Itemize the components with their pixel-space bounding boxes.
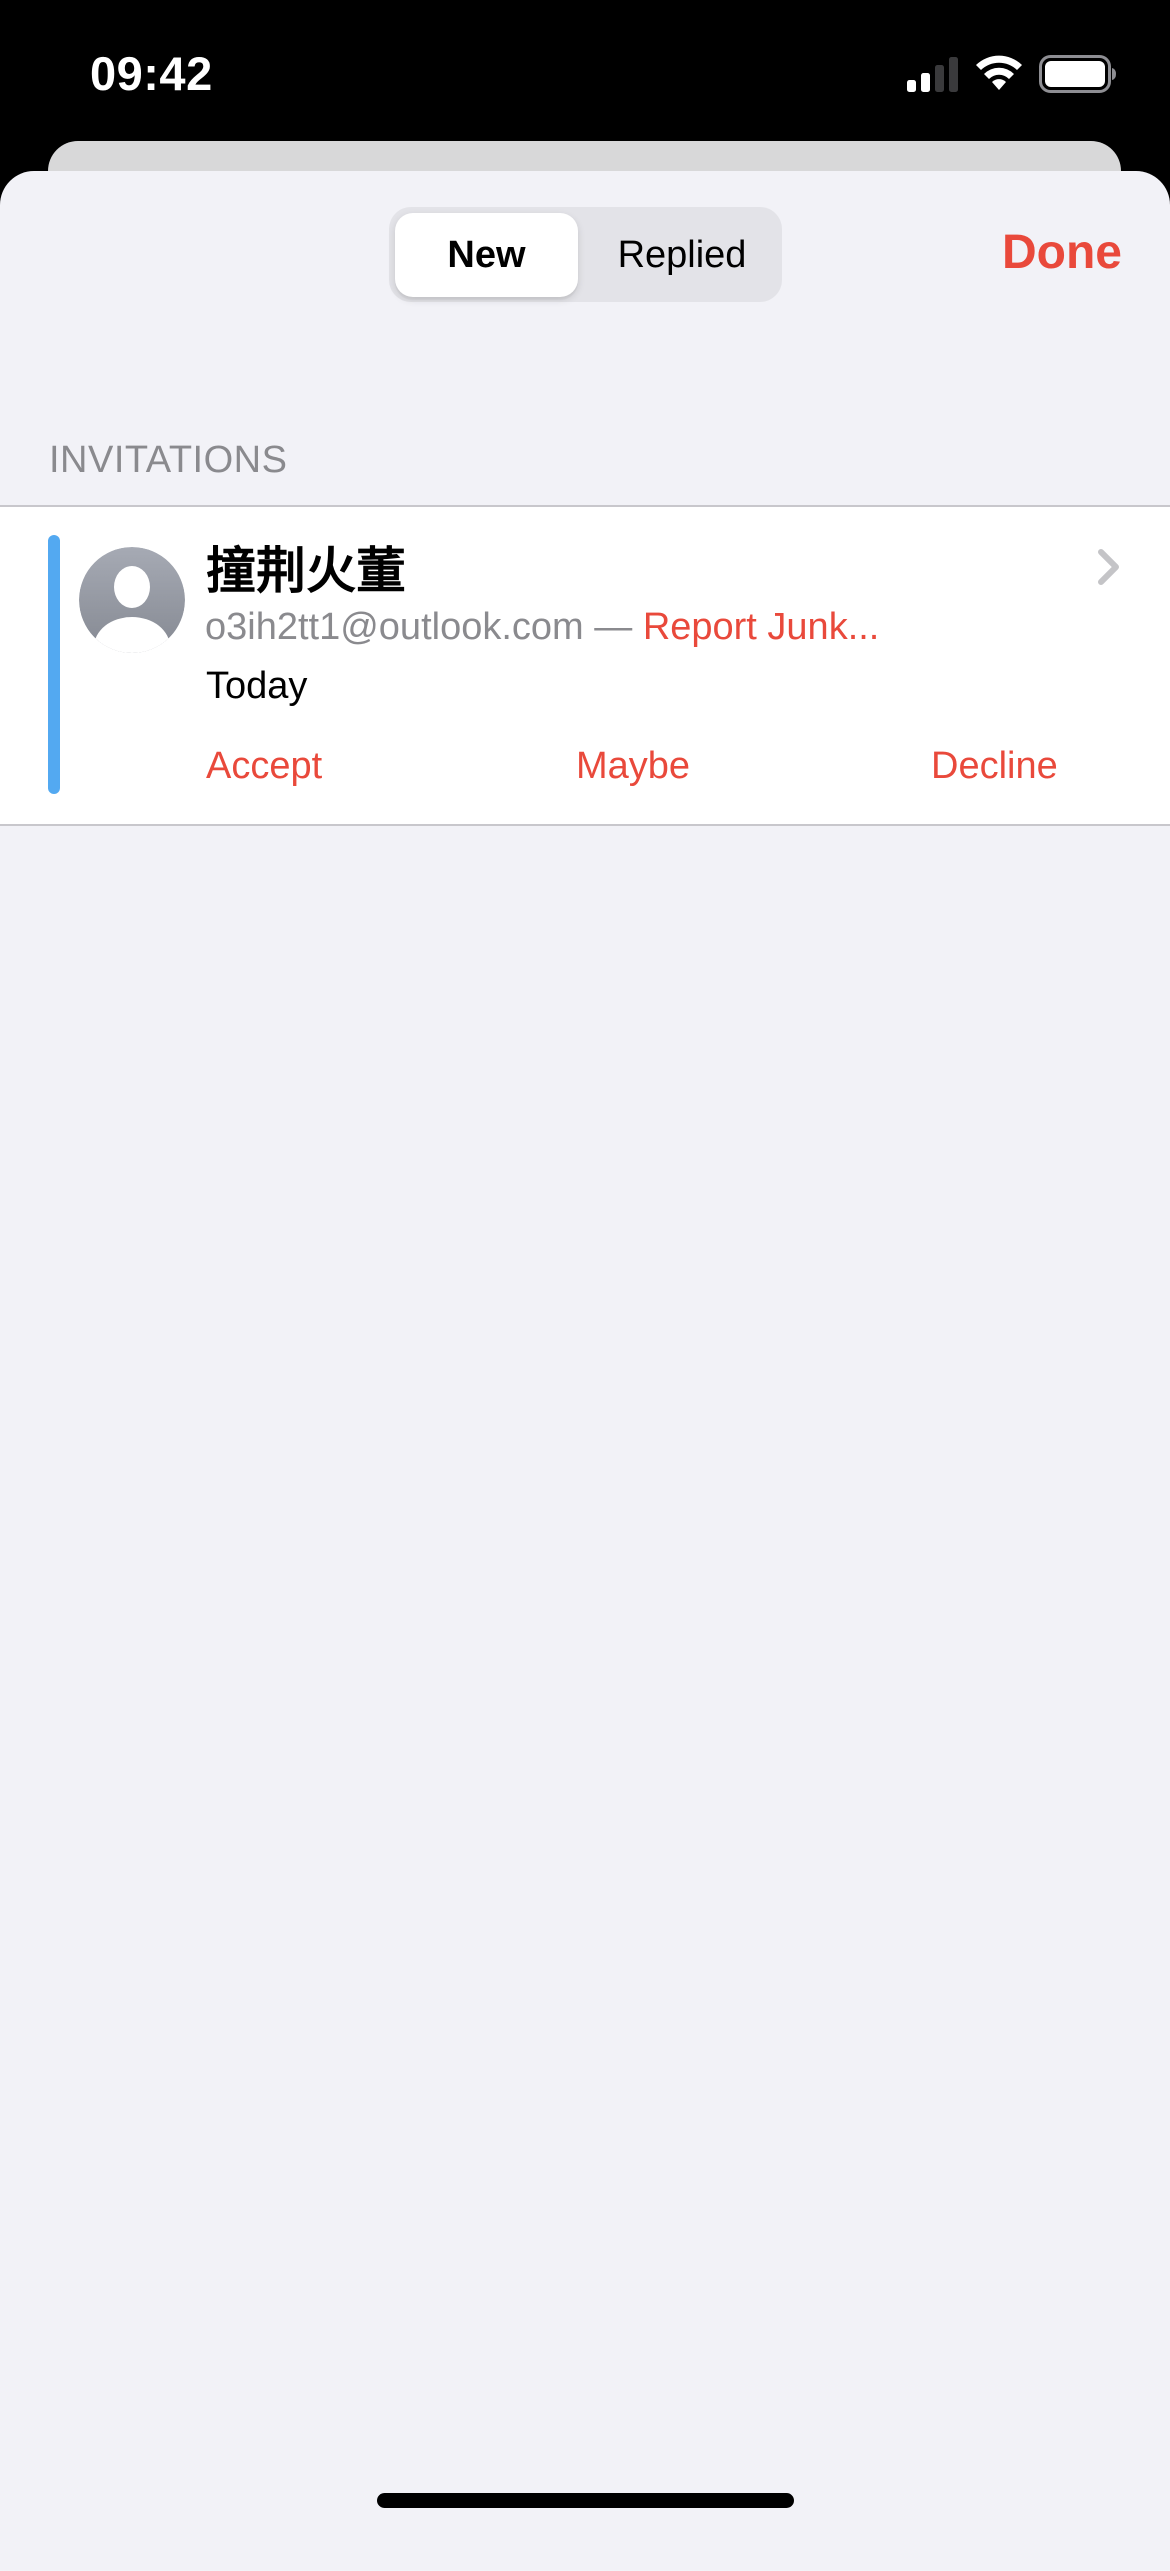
invitation-date: Today — [206, 665, 308, 707]
segment-replied[interactable]: Replied — [587, 213, 777, 297]
accept-button[interactable]: Accept — [206, 745, 322, 788]
report-junk-link[interactable]: Report Junk... — [643, 606, 880, 648]
cellular-signal-icon — [907, 57, 958, 92]
organizer-email: o3ih2tt1@outlook.com — [205, 606, 584, 648]
separator-dash: — — [594, 606, 633, 648]
maybe-button[interactable]: Maybe — [576, 745, 690, 788]
done-button[interactable]: Done — [1002, 225, 1122, 280]
filter-segmented-control: New Replied — [389, 207, 782, 302]
calendar-color-bar — [48, 535, 60, 794]
battery-icon — [1039, 55, 1116, 93]
chevron-right-icon[interactable] — [1096, 547, 1122, 587]
section-header: INVITATIONS — [49, 439, 288, 481]
decline-button[interactable]: Decline — [931, 745, 1058, 788]
email-line: o3ih2tt1@outlook.com — Report Junk... — [205, 606, 879, 649]
segment-new[interactable]: New — [395, 213, 578, 297]
invitation-row[interactable]: 撞荆火董 o3ih2tt1@outlook.com — Report Junk.… — [0, 505, 1170, 826]
status-bar: 09:42 — [0, 0, 1170, 140]
home-indicator — [377, 2493, 794, 2508]
invitations-sheet: New Replied Done INVITATIONS 撞荆火董 o3ih2t… — [0, 171, 1170, 2571]
person-silhouette-icon — [79, 547, 185, 653]
wifi-icon — [976, 55, 1022, 90]
status-time: 09:42 — [90, 47, 213, 100]
organizer-name: 撞荆火董 — [206, 543, 406, 599]
